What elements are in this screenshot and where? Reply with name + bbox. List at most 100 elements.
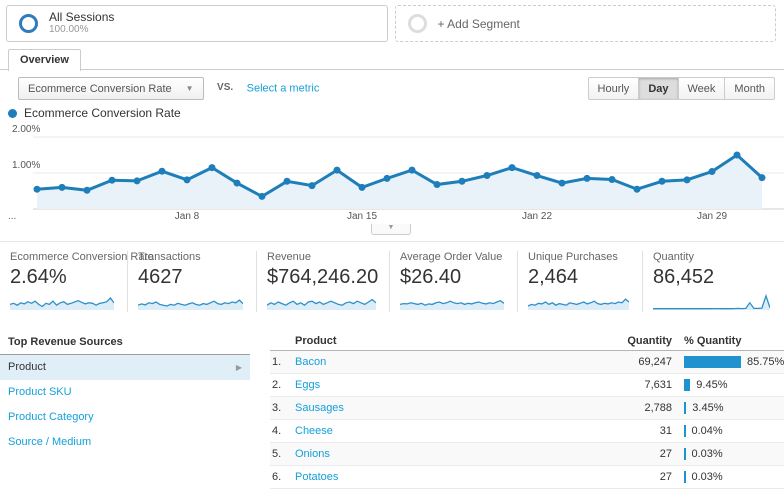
scorecard-label: Average Order Value xyxy=(400,251,503,263)
pct-label: 0.04% xyxy=(691,425,723,437)
data-point[interactable] xyxy=(333,166,341,174)
data-point[interactable] xyxy=(458,177,466,185)
sparkline-line xyxy=(653,293,770,310)
data-point[interactable] xyxy=(483,172,491,180)
pct-label: 9.45% xyxy=(696,379,728,391)
sidebar-item-label: Product xyxy=(8,361,46,373)
data-point[interactable] xyxy=(58,183,66,191)
data-point[interactable] xyxy=(608,175,616,183)
chevron-down-icon: ▼ xyxy=(185,84,194,93)
granularity-week-button[interactable]: Week xyxy=(678,77,726,100)
quantity-cell: 69,247 xyxy=(638,356,672,368)
sparkline xyxy=(528,298,629,310)
scorecard-unique-purchases[interactable]: Unique Purchases 2,464 xyxy=(518,251,643,312)
granularity-month-button[interactable]: Month xyxy=(725,77,775,100)
x-axis-label: Jan 15 xyxy=(346,211,378,222)
timeseries-chart[interactable]: 2.00% 1.00% xyxy=(0,120,784,212)
data-point[interactable] xyxy=(83,186,91,194)
sparkline xyxy=(138,299,243,310)
scorecard-revenue[interactable]: Revenue $764,246.20 xyxy=(257,251,390,312)
scorecard-transactions[interactable]: Transactions 4627 xyxy=(128,251,257,312)
data-point[interactable] xyxy=(633,185,641,193)
data-point[interactable] xyxy=(408,166,416,174)
product-link[interactable]: Sausages xyxy=(295,402,344,414)
product-link[interactable]: Eggs xyxy=(295,379,320,391)
product-link[interactable]: Onions xyxy=(295,448,330,460)
chart-area-fill xyxy=(37,155,762,209)
data-point[interactable] xyxy=(758,174,766,182)
scorecard-label: Ecommerce Conversion Rate xyxy=(10,251,154,263)
sidebar-item-product-sku[interactable]: Product SKU xyxy=(0,380,250,405)
data-point[interactable] xyxy=(208,164,216,172)
product-table: Product Quantity % Quantity 1. Bacon 69,24… xyxy=(270,331,784,489)
data-point[interactable] xyxy=(183,176,191,184)
product-cell: Bacon xyxy=(295,356,577,368)
data-point[interactable] xyxy=(158,167,166,175)
data-point[interactable] xyxy=(533,172,541,180)
segment-percent: 100.00% xyxy=(49,24,89,35)
sparkline-fill xyxy=(653,295,770,310)
data-point[interactable] xyxy=(233,179,241,187)
sidebar-item-product[interactable]: Product ▶ xyxy=(0,355,250,380)
y-axis-label: 1.00% xyxy=(12,160,41,171)
segment-donut-icon xyxy=(19,14,38,33)
segment-all-sessions[interactable]: All Sessions 100.00% xyxy=(6,5,388,42)
data-point[interactable] xyxy=(508,164,516,172)
product-link[interactable]: Cheese xyxy=(295,425,333,437)
sparkline xyxy=(400,299,504,310)
scorecard-value: $764,246.20 xyxy=(267,266,379,288)
table-row: 4. Cheese 31 0.04% xyxy=(270,420,784,443)
pct-quantity-cell: 3.45% xyxy=(672,402,784,414)
x-axis-label: ... xyxy=(8,211,17,222)
sidebar-item-product-category[interactable]: Product Category xyxy=(0,405,250,430)
metric-selected-label: Ecommerce Conversion Rate xyxy=(28,82,172,95)
data-point[interactable] xyxy=(283,177,291,185)
pct-bar xyxy=(684,448,686,460)
data-point[interactable] xyxy=(708,168,716,176)
table-body: 1. Bacon 69,247 85.75% 2. Eggs 7,631 9.45% 3. Sau… xyxy=(270,351,784,489)
row-rank: 4. xyxy=(272,425,282,437)
data-point[interactable] xyxy=(33,185,41,193)
data-point[interactable] xyxy=(558,179,566,187)
granularity-group: Hourly Day Week Month xyxy=(587,77,775,100)
chart-x-axis-labels: ... Jan 8 Jan 15 Jan 22 Jan 29 xyxy=(0,211,784,224)
scorecard-value: $26.40 xyxy=(400,266,462,288)
data-point[interactable] xyxy=(433,181,441,189)
scorecard-quantity[interactable]: Quantity 86,452 xyxy=(643,251,784,312)
granularity-day-button[interactable]: Day xyxy=(639,77,679,100)
column-header-product[interactable]: Product xyxy=(270,335,577,347)
data-point[interactable] xyxy=(383,174,391,182)
table-row: 1. Bacon 69,247 85.75% xyxy=(270,351,784,374)
legend-dot-icon xyxy=(8,108,17,118)
data-point[interactable] xyxy=(583,174,591,182)
data-point[interactable] xyxy=(358,183,366,191)
pct-label: 85.75% xyxy=(747,356,784,368)
chart-collapse-handle[interactable]: ▼ xyxy=(371,224,411,235)
data-point[interactable] xyxy=(133,177,141,185)
table-row: 2. Eggs 7,631 9.45% xyxy=(270,374,784,397)
product-link[interactable]: Potatoes xyxy=(295,471,338,483)
tab-overview[interactable]: Overview xyxy=(8,49,81,71)
metric-selector-dropdown[interactable]: Ecommerce Conversion Rate ▼ xyxy=(18,77,204,100)
select-metric-link[interactable]: Select a metric xyxy=(247,83,320,95)
scorecard-average-order-value[interactable]: Average Order Value $26.40 xyxy=(390,251,518,312)
column-header-pct-quantity[interactable]: % Quantity xyxy=(672,335,784,347)
scorecard-value: 86,452 xyxy=(653,266,715,288)
data-point[interactable] xyxy=(308,182,316,190)
granularity-hourly-button[interactable]: Hourly xyxy=(587,77,640,100)
add-segment-circle-icon xyxy=(407,14,427,33)
scorecard-label: Unique Purchases xyxy=(528,251,618,263)
add-segment-button[interactable]: + Add Segment xyxy=(394,5,776,42)
data-point[interactable] xyxy=(258,192,266,200)
data-point[interactable] xyxy=(733,151,741,159)
scorecard-ecommerce-conversion-rate[interactable]: Ecommerce Conversion Rate 2.64% xyxy=(0,251,154,312)
data-point[interactable] xyxy=(108,176,116,184)
sidebar-item-label: Product Category xyxy=(8,411,94,423)
data-point[interactable] xyxy=(683,176,691,184)
column-header-quantity[interactable]: Quantity xyxy=(577,335,672,347)
data-point[interactable] xyxy=(658,177,666,185)
sidebar-item-source-medium[interactable]: Source / Medium xyxy=(0,430,250,455)
product-link[interactable]: Bacon xyxy=(295,356,326,368)
table-header-row: Product Quantity % Quantity xyxy=(270,331,784,351)
x-axis-label: Jan 29 xyxy=(696,211,728,222)
